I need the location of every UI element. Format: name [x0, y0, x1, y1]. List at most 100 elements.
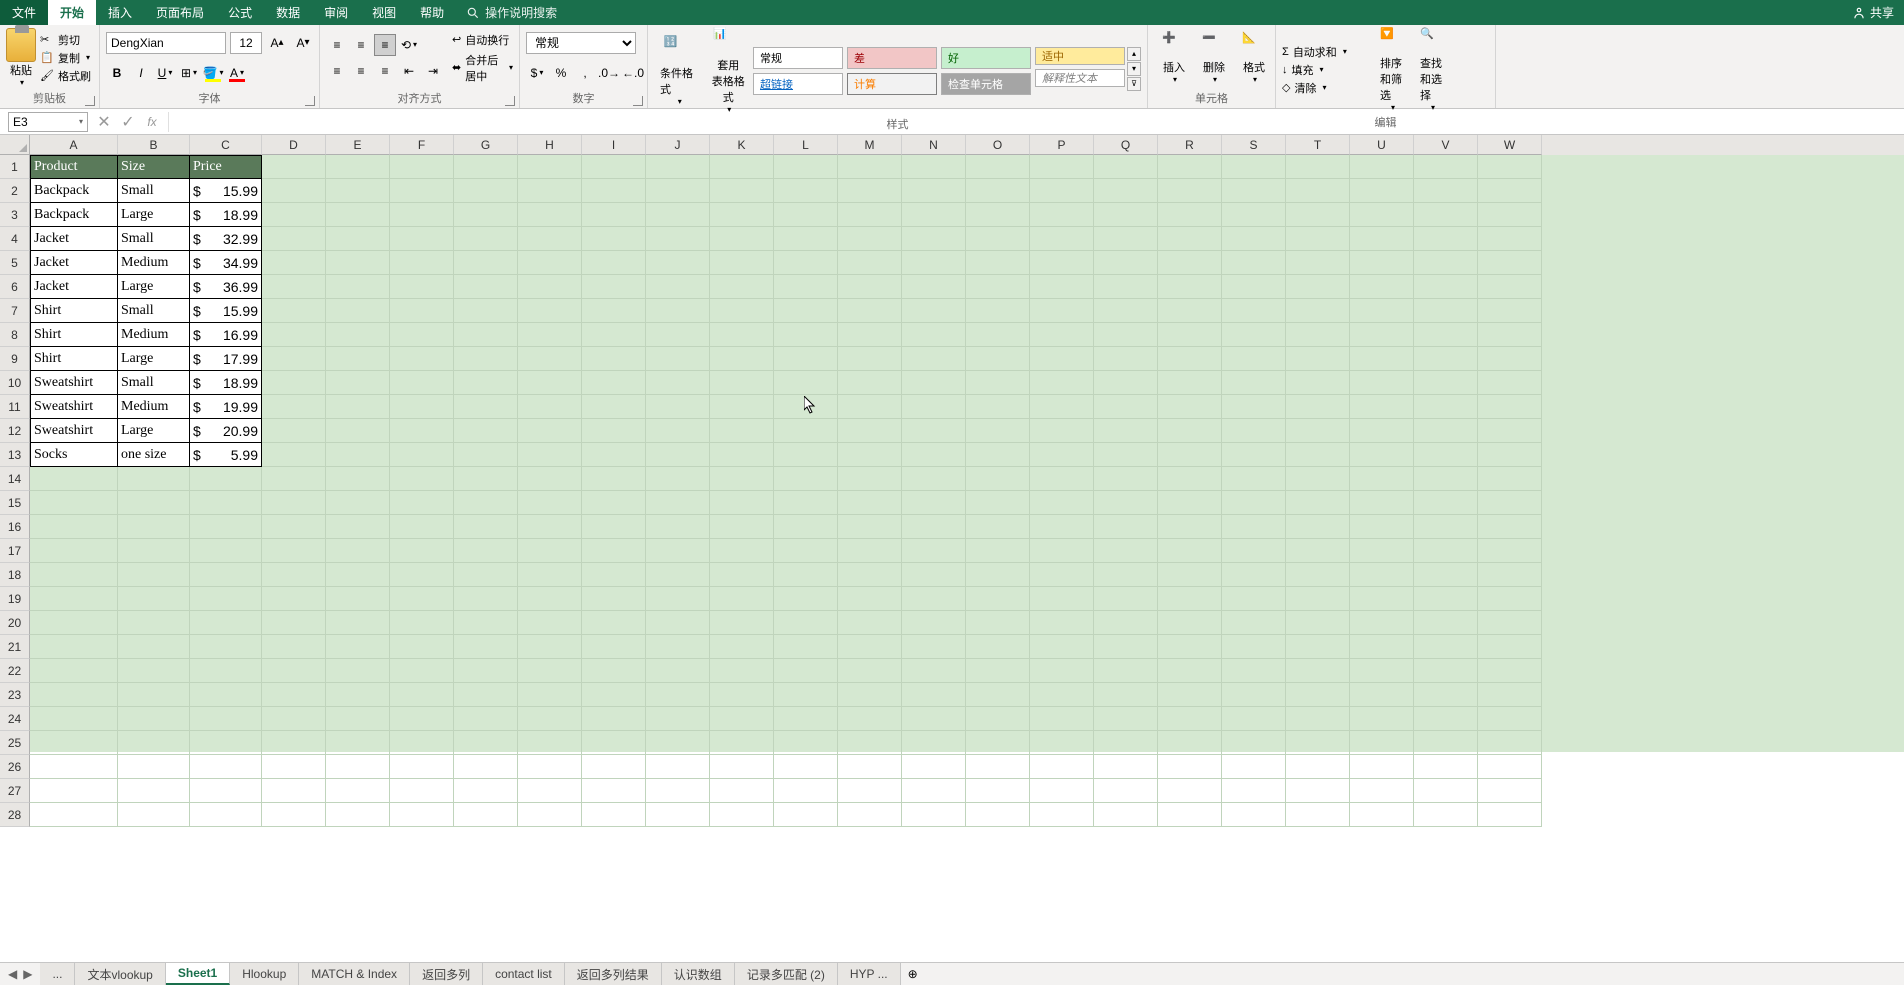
cell-M22[interactable] [838, 659, 902, 683]
cell-G1[interactable] [454, 155, 518, 179]
cell-C11[interactable]: $19.99 [190, 395, 262, 419]
cell-L9[interactable] [774, 347, 838, 371]
cell-V6[interactable] [1414, 275, 1478, 299]
cell-R26[interactable] [1158, 755, 1222, 779]
cell-K5[interactable] [710, 251, 774, 275]
menu-data[interactable]: 数据 [264, 0, 312, 25]
cell-S27[interactable] [1222, 779, 1286, 803]
cell-W2[interactable] [1478, 179, 1542, 203]
row-header-4[interactable]: 4 [0, 227, 30, 251]
cell-F8[interactable] [390, 323, 454, 347]
cell-D12[interactable] [262, 419, 326, 443]
cell-P20[interactable] [1030, 611, 1094, 635]
row-header-23[interactable]: 23 [0, 683, 30, 707]
cell-U9[interactable] [1350, 347, 1414, 371]
cell-W21[interactable] [1478, 635, 1542, 659]
cell-F5[interactable] [390, 251, 454, 275]
cell-N26[interactable] [902, 755, 966, 779]
cell-F4[interactable] [390, 227, 454, 251]
format-painter-button[interactable]: 🖌格式刷 [40, 68, 93, 84]
cell-D9[interactable] [262, 347, 326, 371]
cell-E21[interactable] [326, 635, 390, 659]
cell-N9[interactable] [902, 347, 966, 371]
cell-C18[interactable] [190, 563, 262, 587]
cell-F25[interactable] [390, 731, 454, 755]
cell-M13[interactable] [838, 443, 902, 467]
cell-I17[interactable] [582, 539, 646, 563]
row-header-20[interactable]: 20 [0, 611, 30, 635]
cell-K16[interactable] [710, 515, 774, 539]
cell-F16[interactable] [390, 515, 454, 539]
cell-Q23[interactable] [1094, 683, 1158, 707]
font-launcher[interactable] [305, 96, 315, 106]
cell-W25[interactable] [1478, 731, 1542, 755]
cell-V25[interactable] [1414, 731, 1478, 755]
cell-H3[interactable] [518, 203, 582, 227]
cell-W22[interactable] [1478, 659, 1542, 683]
cell-D24[interactable] [262, 707, 326, 731]
cell-O28[interactable] [966, 803, 1030, 827]
cell-O24[interactable] [966, 707, 1030, 731]
cell-M9[interactable] [838, 347, 902, 371]
cell-H24[interactable] [518, 707, 582, 731]
cell-W20[interactable] [1478, 611, 1542, 635]
cell-M17[interactable] [838, 539, 902, 563]
cell-Q9[interactable] [1094, 347, 1158, 371]
cell-G26[interactable] [454, 755, 518, 779]
cell-O3[interactable] [966, 203, 1030, 227]
cell-V4[interactable] [1414, 227, 1478, 251]
cell-N21[interactable] [902, 635, 966, 659]
cell-L1[interactable] [774, 155, 838, 179]
cell-M7[interactable] [838, 299, 902, 323]
cell-U13[interactable] [1350, 443, 1414, 467]
cell-Q20[interactable] [1094, 611, 1158, 635]
cell-D22[interactable] [262, 659, 326, 683]
cell-C14[interactable] [190, 467, 262, 491]
cell-J10[interactable] [646, 371, 710, 395]
gallery-more-button[interactable]: ⊽ [1127, 77, 1141, 91]
cell-T15[interactable] [1286, 491, 1350, 515]
cell-Q3[interactable] [1094, 203, 1158, 227]
column-header-L[interactable]: L [774, 135, 838, 155]
sheet-nav-next[interactable]: ▶ [23, 967, 32, 981]
cell-I22[interactable] [582, 659, 646, 683]
cell-V20[interactable] [1414, 611, 1478, 635]
cell-L21[interactable] [774, 635, 838, 659]
cell-R24[interactable] [1158, 707, 1222, 731]
cell-E24[interactable] [326, 707, 390, 731]
cell-D21[interactable] [262, 635, 326, 659]
cell-T10[interactable] [1286, 371, 1350, 395]
cell-A19[interactable] [30, 587, 118, 611]
cell-A16[interactable] [30, 515, 118, 539]
align-right-button[interactable]: ≡ [374, 60, 396, 82]
cell-A15[interactable] [30, 491, 118, 515]
cell-U8[interactable] [1350, 323, 1414, 347]
cell-H11[interactable] [518, 395, 582, 419]
cell-F12[interactable] [390, 419, 454, 443]
cell-B18[interactable] [118, 563, 190, 587]
cell-W17[interactable] [1478, 539, 1542, 563]
cell-W13[interactable] [1478, 443, 1542, 467]
cell-A26[interactable] [30, 755, 118, 779]
cell-P18[interactable] [1030, 563, 1094, 587]
cell-F14[interactable] [390, 467, 454, 491]
cell-T2[interactable] [1286, 179, 1350, 203]
cell-L3[interactable] [774, 203, 838, 227]
cell-I27[interactable] [582, 779, 646, 803]
column-header-M[interactable]: M [838, 135, 902, 155]
cell-R10[interactable] [1158, 371, 1222, 395]
cell-U4[interactable] [1350, 227, 1414, 251]
menu-help[interactable]: 帮助 [408, 0, 456, 25]
cell-styles-gallery[interactable]: 常规 差 好 超链接 计算 检查单元格 [753, 47, 1031, 95]
cell-H22[interactable] [518, 659, 582, 683]
cell-I2[interactable] [582, 179, 646, 203]
cell-C1[interactable]: Price [190, 155, 262, 179]
cell-T19[interactable] [1286, 587, 1350, 611]
cell-J3[interactable] [646, 203, 710, 227]
cell-F20[interactable] [390, 611, 454, 635]
cell-G14[interactable] [454, 467, 518, 491]
cell-P8[interactable] [1030, 323, 1094, 347]
cell-S3[interactable] [1222, 203, 1286, 227]
cell-O21[interactable] [966, 635, 1030, 659]
cell-K13[interactable] [710, 443, 774, 467]
